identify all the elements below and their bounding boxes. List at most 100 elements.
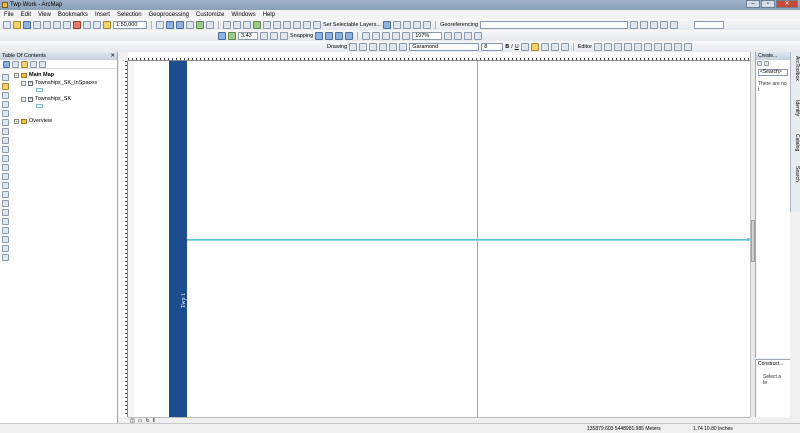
select-elements-pointer-icon[interactable] — [349, 42, 358, 51]
font-size-combo[interactable]: 8 — [481, 42, 504, 51]
georef-tool-4-icon[interactable] — [660, 20, 669, 29]
rectangle-icon[interactable] — [379, 42, 388, 51]
tool-strip-icon-2[interactable] — [2, 83, 9, 90]
map-icon[interactable] — [228, 31, 236, 40]
menu-windows[interactable]: Windows — [231, 12, 255, 18]
globe-icon[interactable] — [218, 31, 226, 40]
list-by-selection-icon[interactable] — [30, 60, 37, 68]
tool-strip-icon-17[interactable] — [2, 218, 9, 225]
hyperlink-icon[interactable] — [423, 20, 432, 29]
tool-strip-icon-19[interactable] — [2, 236, 9, 243]
menu-help[interactable]: Help — [263, 12, 275, 18]
edit-vertices-icon[interactable] — [399, 42, 408, 51]
list-by-visibility-icon[interactable] — [21, 60, 28, 68]
rotate-icon[interactable] — [359, 42, 368, 51]
menu-customize[interactable]: Customize — [196, 12, 224, 18]
collapse-icon[interactable]: − — [14, 72, 19, 78]
underline-button[interactable]: U — [515, 44, 519, 50]
layout-pan-icon[interactable] — [382, 31, 391, 40]
tool-strip-icon-12[interactable] — [2, 173, 9, 180]
georef-tool-3-icon[interactable] — [650, 20, 659, 29]
edit-tool-icon[interactable] — [594, 42, 603, 51]
zoom-value-combo[interactable]: 3.43 — [238, 31, 258, 40]
rotate-edit-icon[interactable] — [654, 42, 663, 51]
menu-edit[interactable]: Edit — [21, 12, 31, 18]
list-by-drawing-order-icon[interactable] — [3, 60, 10, 68]
layer-visibility-checkbox[interactable]: ✓ — [28, 80, 33, 86]
save-icon[interactable] — [23, 20, 31, 29]
forward-extent-icon[interactable] — [293, 20, 301, 29]
paste-icon[interactable] — [63, 20, 71, 29]
tool-strip-icon-20[interactable] — [2, 245, 9, 252]
print-icon[interactable] — [33, 20, 41, 29]
layout-zoom-combo[interactable]: 107% — [412, 31, 443, 40]
copy-icon[interactable] — [53, 20, 61, 29]
drawing-menu[interactable]: Drawing — [327, 44, 347, 50]
straight-segment-icon[interactable] — [614, 42, 623, 51]
table-of-contents-icon[interactable] — [166, 20, 174, 29]
zoom-out-icon[interactable] — [233, 20, 241, 29]
list-by-source-icon[interactable] — [12, 60, 19, 68]
clear-selection-icon[interactable] — [313, 20, 321, 29]
fill-color-icon[interactable] — [530, 42, 539, 51]
bold-button[interactable]: B — [505, 44, 509, 50]
italic-button[interactable]: I — [511, 44, 513, 50]
minimize-button[interactable]: – — [746, 0, 760, 8]
line-color-icon[interactable] — [540, 42, 549, 51]
tool-strip-icon-10[interactable] — [2, 155, 9, 162]
layout-view[interactable]: Twp 1 — [128, 61, 750, 417]
focus-data-frame-icon[interactable] — [454, 31, 463, 40]
create-features-icon[interactable] — [684, 42, 693, 51]
trace-icon[interactable] — [624, 42, 633, 51]
georef-tool-2-icon[interactable] — [640, 20, 649, 29]
tool-strip-icon-4[interactable] — [2, 101, 9, 108]
open-icon[interactable] — [13, 20, 21, 29]
search-window-icon[interactable] — [186, 20, 194, 29]
edit-annotation-icon[interactable] — [604, 42, 613, 51]
tool-strip-icon-15[interactable] — [2, 200, 9, 207]
georef-layer-combo[interactable] — [480, 20, 629, 29]
vertex-snapping-icon[interactable] — [335, 31, 344, 40]
editor-toolbar-icon[interactable] — [156, 20, 164, 29]
tab-search[interactable]: Search — [793, 166, 800, 182]
tool-strip-icon-13[interactable] — [2, 182, 9, 189]
layout-zoom-out-icon[interactable] — [372, 31, 381, 40]
end-snapping-icon[interactable] — [325, 31, 334, 40]
full-extent-icon[interactable] — [253, 20, 261, 29]
tool-strip-icon-14[interactable] — [2, 191, 9, 198]
sketch-properties-icon[interactable] — [674, 42, 683, 51]
menu-geoprocessing[interactable]: Geoprocessing — [149, 12, 189, 18]
menu-file[interactable]: File — [4, 12, 14, 18]
georef-tool-5-icon[interactable] — [670, 20, 679, 29]
menu-selection[interactable]: Selection — [117, 12, 142, 18]
tool-strip-icon-5[interactable] — [2, 110, 9, 117]
zoom-selected-icon[interactable] — [369, 42, 378, 51]
collapse-icon[interactable]: − — [21, 80, 26, 86]
toc-options-icon[interactable] — [39, 60, 46, 68]
undo-icon[interactable] — [83, 20, 91, 29]
cut-icon[interactable] — [43, 20, 51, 29]
menu-insert[interactable]: Insert — [95, 12, 110, 18]
select-layers-button[interactable]: Set Selectable Layers... — [323, 22, 381, 28]
zoom-100-icon[interactable] — [402, 31, 411, 40]
find-icon[interactable] — [403, 20, 412, 29]
template-search-input[interactable]: <Search> — [758, 69, 788, 76]
split-icon[interactable] — [644, 42, 653, 51]
toggle-draft-icon[interactable] — [444, 31, 453, 40]
select-elements-icon[interactable] — [383, 20, 392, 29]
toc-item-overview[interactable]: + Overview — [14, 118, 52, 124]
font-color-icon[interactable] — [520, 42, 529, 51]
tool-strip-icon-6[interactable] — [2, 119, 9, 126]
marker-color-icon[interactable] — [550, 42, 559, 51]
layer-visibility-checkbox[interactable]: ✓ — [28, 96, 33, 102]
scale-combo[interactable]: 1:50,000 — [113, 20, 147, 29]
snapping-menu[interactable]: Snapping — [290, 33, 313, 39]
delete-icon[interactable] — [73, 20, 81, 29]
measure-icon[interactable] — [413, 20, 422, 29]
toc-item-main-map[interactable]: − Main Map — [14, 72, 54, 78]
tool-strip-icon-16[interactable] — [2, 209, 9, 216]
zoom-in-icon[interactable] — [223, 20, 231, 29]
data-driven-pages-icon[interactable] — [474, 31, 483, 40]
tool-strip-icon-21[interactable] — [2, 254, 9, 261]
layout-tool-2-icon[interactable] — [270, 31, 278, 40]
